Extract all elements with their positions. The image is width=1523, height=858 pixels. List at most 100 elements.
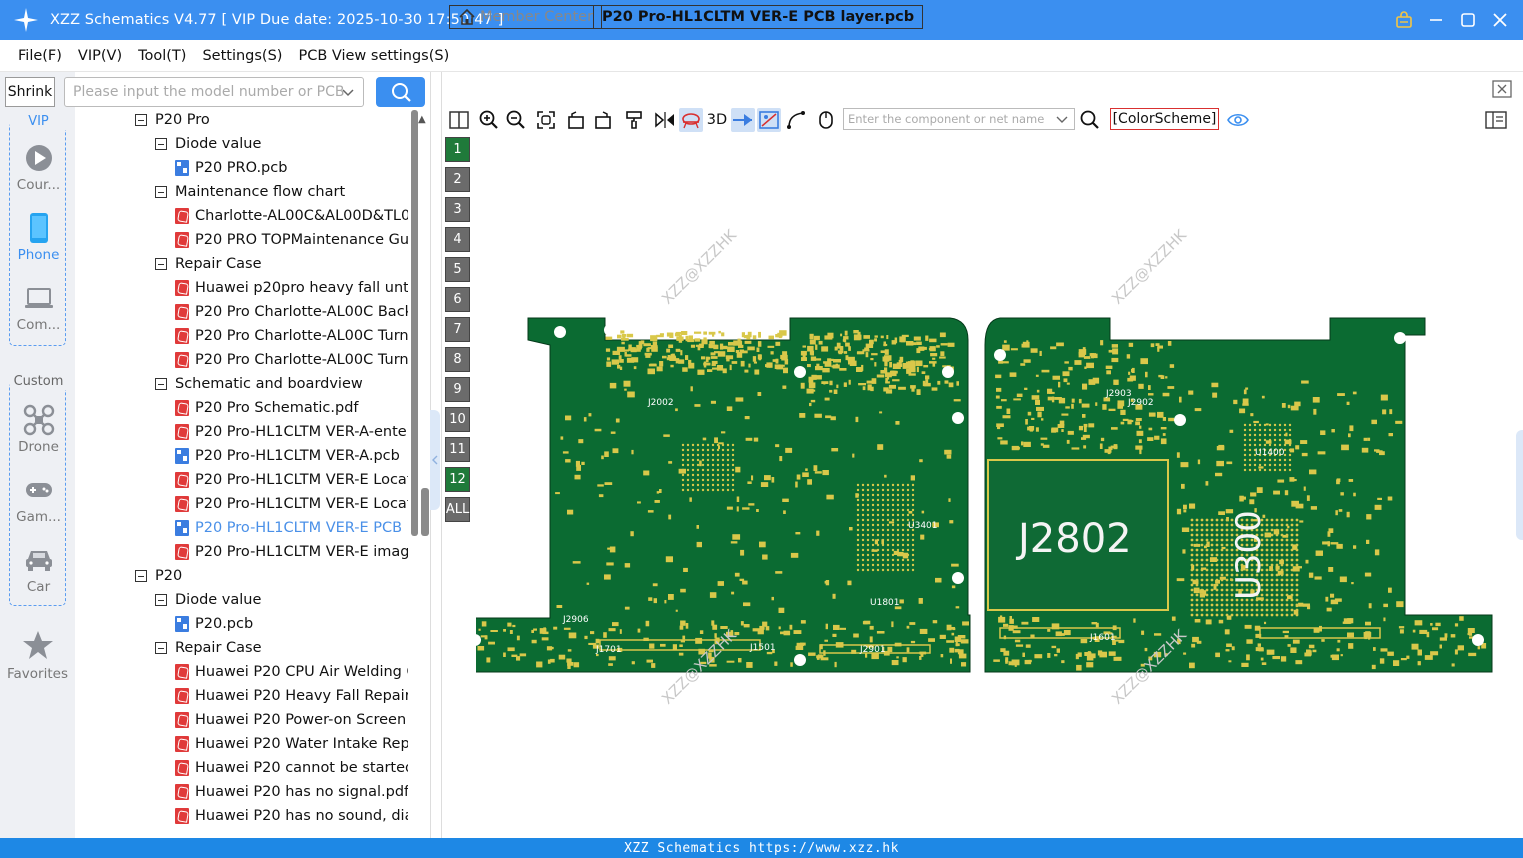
menu-pcb-view-settings[interactable]: PCB View settings(S) xyxy=(290,48,457,64)
layer-button-1[interactable]: 1 xyxy=(445,137,470,162)
tree-file-item[interactable]: P20 PRO.pcb xyxy=(175,156,287,180)
layer-button-11[interactable]: 11 xyxy=(445,437,470,462)
nav-game[interactable]: Gam... xyxy=(10,473,67,537)
menu-settings[interactable]: Settings(S) xyxy=(194,48,290,64)
search-button[interactable] xyxy=(376,77,425,107)
tree-folder[interactable]: Repair Case xyxy=(155,252,262,276)
tree-file-item[interactable]: P20 Pro-HL1CLTM VER-E image xyxy=(175,540,408,564)
tree-file-item[interactable]: P20 Pro Charlotte-AL00C Back c xyxy=(175,300,408,324)
tree-file-item[interactable]: P20 Pro-HL1CLTM VER-A.pcb xyxy=(175,444,400,468)
tree-file-item[interactable]: Huawei P20 cannot be started.p xyxy=(175,756,408,780)
tree-file-item[interactable]: Huawei P20 Water Intake Repai xyxy=(175,732,408,756)
visibility-eye-icon[interactable] xyxy=(1226,108,1250,132)
component-search-input[interactable]: Enter the component or net name xyxy=(843,108,1075,130)
tree-folder[interactable]: Schematic and boardview xyxy=(155,372,363,396)
tree-folder[interactable]: Maintenance flow chart xyxy=(155,180,345,204)
tree-scrollbar-thumb[interactable] xyxy=(411,110,418,536)
split-view-icon[interactable] xyxy=(447,108,471,132)
layer-button-9[interactable]: 9 xyxy=(445,377,470,402)
tree-file-item[interactable]: Huawei P20 Heavy Fall Repair N xyxy=(175,684,408,708)
collapse-toggle-icon[interactable] xyxy=(155,258,167,270)
collapse-toggle-icon[interactable] xyxy=(155,186,167,198)
zoom-in-icon[interactable] xyxy=(477,108,501,132)
model-search-input[interactable]: Please input the model number or PCB xyxy=(64,77,364,107)
nav-favorites[interactable]: Favorites xyxy=(0,630,75,690)
zoom-out-icon[interactable] xyxy=(504,108,528,132)
layer-button-all[interactable]: ALL xyxy=(445,497,470,522)
rotate-right-icon[interactable] xyxy=(591,108,615,132)
layer-button-6[interactable]: 6 xyxy=(445,287,470,312)
tab-active-file[interactable]: P20 Pro-HL1CLTM VER-E PCB layer.pcb xyxy=(593,5,924,29)
tree-folder[interactable]: Diode value xyxy=(155,132,261,156)
tree-file-item[interactable]: P20 Pro Charlotte-AL00C Turn c xyxy=(175,348,408,372)
layer-button-3[interactable]: 3 xyxy=(445,197,470,222)
mirror-icon[interactable] xyxy=(653,108,677,132)
panel-collapse-handle[interactable] xyxy=(430,410,440,510)
chevron-down-icon[interactable] xyxy=(341,85,355,103)
tree-file-item[interactable]: P20 Pro Schematic.pdf xyxy=(175,396,359,420)
tree-file-item[interactable]: Huawei p20pro heavy fall untou xyxy=(175,276,408,300)
layer-button-5[interactable]: 5 xyxy=(445,257,470,282)
fit-view-icon[interactable] xyxy=(534,108,558,132)
tree-file-item[interactable]: Huawei P20 CPU Air Welding C xyxy=(175,660,408,684)
vip-lock-icon[interactable] xyxy=(1391,7,1417,33)
layer-button-2[interactable]: 2 xyxy=(445,167,470,192)
chevron-down-icon[interactable] xyxy=(1056,113,1068,128)
tree-file-item[interactable]: P20.pcb xyxy=(175,612,253,636)
tree-file-item[interactable]: P20 Pro-HL1CLTM VER-E Locati xyxy=(175,492,408,516)
shrink-button[interactable]: Shrink xyxy=(5,77,55,107)
component-search-icon[interactable] xyxy=(1078,108,1102,132)
minimize-button[interactable] xyxy=(1423,7,1449,33)
maximize-button[interactable] xyxy=(1455,7,1481,33)
nav-car[interactable]: Car xyxy=(10,543,67,607)
menu-tool[interactable]: Tool(T) xyxy=(130,48,194,64)
tree-file-item[interactable]: P20 Pro-HL1CLTM VER-A-enter xyxy=(175,420,408,444)
tree-folder[interactable]: P20 xyxy=(135,564,182,588)
tree-file-item[interactable]: P20 PRO TOPMaintenance Guid xyxy=(175,228,408,252)
collapse-toggle-icon[interactable] xyxy=(135,570,147,582)
paint-brush-icon[interactable] xyxy=(622,108,646,132)
tree-folder[interactable]: Diode value xyxy=(155,588,261,612)
layer-button-12[interactable]: 12 xyxy=(445,467,470,492)
pcb-canvas[interactable]: J2802 U300 J2002 U1400 J2902 J1701 J1501 J2901 J… xyxy=(476,135,1516,835)
color-scheme-button[interactable]: [ColorScheme] xyxy=(1110,108,1219,130)
close-button[interactable] xyxy=(1487,7,1513,33)
pcb-board-render[interactable]: J2802 U300J2002U1400J2902J1701 J1501 J2901J… xyxy=(476,135,1516,835)
tree-file-item[interactable]: Huawei P20 has no signal.pdf xyxy=(175,780,408,804)
nav-drone[interactable]: Drone xyxy=(10,403,67,467)
tree-folder[interactable]: Repair Case xyxy=(155,636,262,660)
nav-phone[interactable]: Phone xyxy=(10,211,67,275)
tree-file-item[interactable]: Charlotte-AL00C&AL00D&TL00 xyxy=(175,204,408,228)
close-tab-icon[interactable] xyxy=(1492,80,1512,102)
tree-file-item[interactable]: Huawei P20 Power-on Screen S xyxy=(175,708,408,732)
menu-vip[interactable]: VIP(V) xyxy=(70,48,130,64)
right-panel-handle[interactable] xyxy=(1516,430,1523,540)
tree-folder[interactable]: P20 Pro xyxy=(135,108,210,132)
tab-member-center[interactable]: Member Center xyxy=(449,5,603,29)
layer-button-8[interactable]: 8 xyxy=(445,347,470,372)
side-panel-toggle-icon[interactable] xyxy=(1484,108,1508,132)
collapse-toggle-icon[interactable] xyxy=(155,642,167,654)
collapse-toggle-icon[interactable] xyxy=(155,138,167,150)
board-view-icon[interactable] xyxy=(757,108,781,132)
tree-file-item[interactable]: P20 Pro Charlotte-AL00C Turn c xyxy=(175,324,408,348)
three-d-button[interactable]: 3D xyxy=(704,108,730,132)
nav-courses[interactable]: Cour... xyxy=(10,141,67,205)
trace-tool-icon[interactable] xyxy=(784,108,808,132)
menu-file[interactable]: File(F) xyxy=(10,48,70,64)
layer-button-7[interactable]: 7 xyxy=(445,317,470,342)
nav-computer[interactable]: Com... xyxy=(10,281,67,345)
rotate-left-icon[interactable] xyxy=(564,108,588,132)
collapse-toggle-icon[interactable] xyxy=(135,114,147,126)
layer-button-10[interactable]: 10 xyxy=(445,407,470,432)
collapse-toggle-icon[interactable] xyxy=(155,594,167,606)
net-highlight-icon[interactable] xyxy=(679,108,703,132)
mouse-mode-icon[interactable] xyxy=(814,108,838,132)
tree-file-item[interactable]: P20 Pro-HL1CLTM VER-E PCB la xyxy=(175,516,408,540)
select-arrow-icon[interactable] xyxy=(731,108,755,132)
collapse-toggle-icon[interactable] xyxy=(155,378,167,390)
tree-file-item[interactable]: P20 Pro-HL1CLTM VER-E Locati xyxy=(175,468,408,492)
tree-scrollbar-secondary-thumb[interactable] xyxy=(421,488,429,536)
tree-file-item[interactable]: Huawei P20 has no sound, dial- xyxy=(175,804,408,828)
scroll-up-icon[interactable]: ▲ xyxy=(418,114,426,125)
